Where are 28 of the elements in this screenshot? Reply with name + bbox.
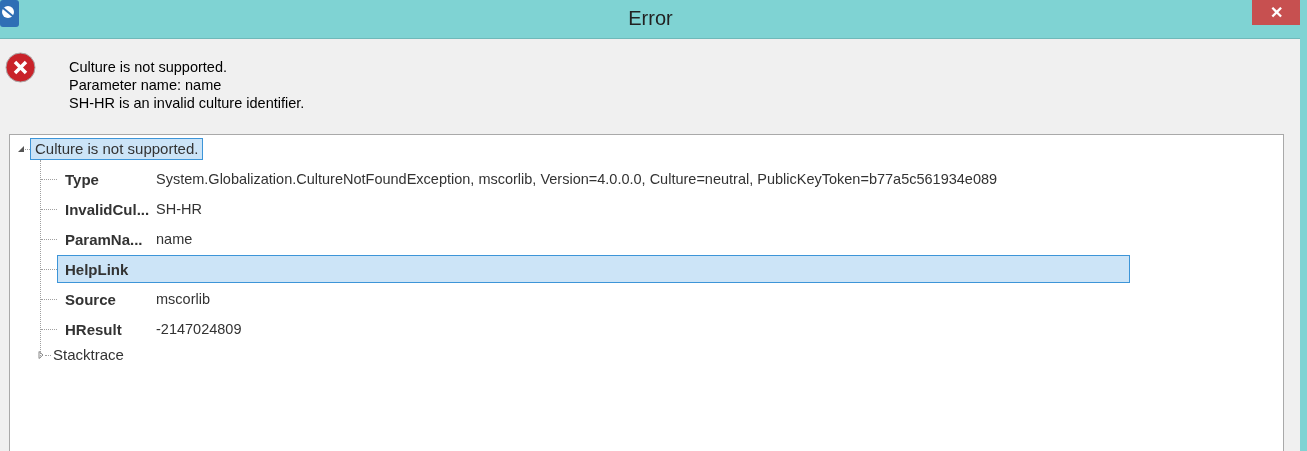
property-row[interactable]: ParamNa... name (57, 225, 1130, 253)
property-row[interactable]: InvalidCul... SH-HR (57, 195, 1130, 223)
error-message-line: SH-HR is an invalid culture identifier. (69, 94, 305, 112)
collapsed-arrow-icon[interactable] (37, 351, 45, 359)
window-title: Error (627, 6, 674, 31)
property-value: SH-HR (156, 201, 202, 217)
property-row[interactable]: HResult -2147024809 (57, 315, 1130, 343)
property-name: InvalidCul... (64, 200, 151, 218)
property-row[interactable]: HelpLink (57, 255, 1130, 283)
property-value: mscorlib (156, 291, 210, 307)
property-name: Type (64, 170, 100, 188)
expanded-arrow-icon[interactable] (17, 145, 25, 153)
close-button[interactable]: ✕ (1252, 0, 1300, 25)
tree-node[interactable]: Culture is not supported. (30, 138, 204, 160)
error-icon (5, 52, 36, 83)
property-value: -2147024809 (156, 321, 242, 337)
property-value: name (156, 231, 193, 247)
property-name: ParamNa... (64, 230, 144, 248)
property-row[interactable]: Type System.Globalization.CultureNotFoundException, mscorlib, Version=4.0.0.0, Culture=neutral, PublicKeyToken=b77a5c561934e089 (57, 165, 1130, 193)
property-name: Source (64, 290, 117, 308)
error-message-line: Culture is not supported. (69, 58, 228, 76)
app-icon (0, 0, 19, 27)
property-row[interactable]: Source mscorlib (57, 285, 1130, 313)
property-name: HResult (64, 320, 123, 338)
error-message-line: Parameter name: name (69, 76, 223, 94)
property-name: HelpLink (64, 260, 130, 278)
property-value: System.Globalization.CultureNotFoundException, mscorlib, Version=4.0.0.0, Culture=neutral, PublicKeyToken=b77a5c561934e089 (156, 171, 998, 187)
tree-node[interactable]: Stacktrace (51, 344, 126, 366)
